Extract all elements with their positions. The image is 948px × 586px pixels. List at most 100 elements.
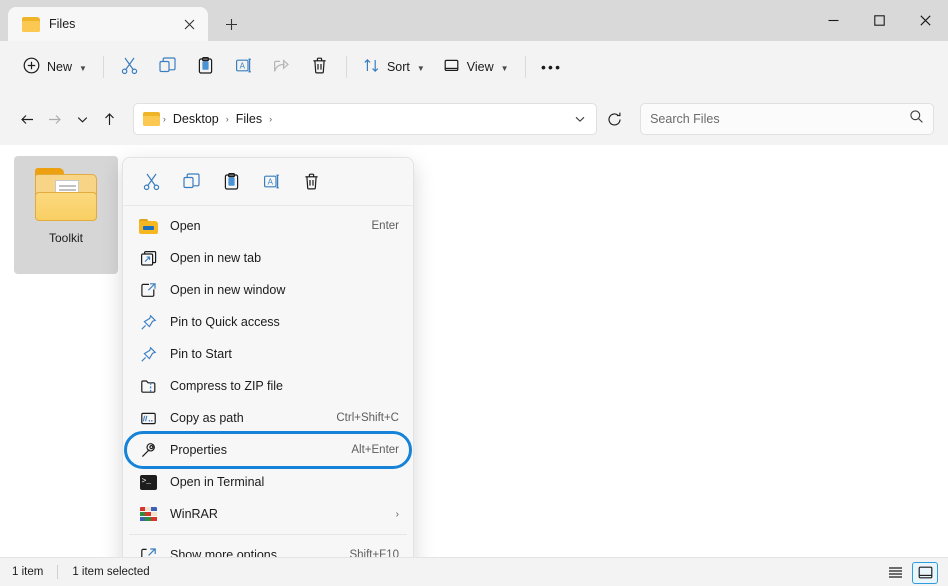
menu-item-open-in-new-tab[interactable]: Open in new tab (127, 242, 409, 274)
menu-item-properties[interactable]: Properties Alt+Enter (124, 431, 412, 469)
chevron-down-icon: ▼ (79, 63, 87, 73)
search-input[interactable] (650, 112, 910, 126)
clipboard-icon (196, 56, 215, 78)
view-icon (443, 57, 460, 77)
divider (102, 56, 104, 78)
maximize-button[interactable] (856, 0, 902, 41)
menu-item-label: Copy as path (170, 411, 244, 425)
item-count: 1 item (12, 566, 44, 578)
menu-item-label: WinRAR (170, 507, 218, 521)
up-button[interactable] (96, 104, 123, 134)
window-controls (810, 0, 948, 41)
copy-path-icon (138, 408, 158, 428)
view-button[interactable]: View ▼ (434, 51, 518, 83)
selection-status: 1 item selected (72, 566, 150, 578)
tiles-view-icon[interactable] (912, 561, 938, 584)
zip-icon (138, 376, 158, 396)
breadcrumb-separator: › (269, 114, 273, 124)
svg-text:A: A (267, 177, 273, 186)
menu-item-accel: Ctrl+Shift+C (336, 412, 399, 424)
copy-icon (158, 56, 177, 78)
paste-button[interactable] (187, 51, 225, 83)
back-button[interactable] (14, 104, 41, 134)
pin-icon (138, 312, 158, 332)
pin-icon (138, 344, 158, 364)
scissors-icon (120, 56, 139, 78)
menu-item-label: Open in Terminal (170, 475, 265, 489)
menu-item-label: Compress to ZIP file (170, 379, 284, 393)
context-cut-button[interactable] (131, 165, 171, 199)
delete-button[interactable] (301, 51, 339, 83)
minimize-button[interactable] (810, 0, 856, 41)
new-button-label: New (47, 60, 73, 74)
cut-button[interactable] (111, 51, 149, 83)
terminal-icon: >_ (138, 472, 158, 492)
breadcrumb[interactable]: › Desktop › Files › (132, 103, 597, 135)
folder-icon (22, 16, 40, 32)
context-rename-button[interactable]: A (251, 165, 291, 199)
divider (57, 565, 59, 579)
menu-item-winrar[interactable]: WinRAR › (127, 498, 409, 530)
see-more-button[interactable]: ••• (533, 51, 571, 83)
menu-item-label: Pin to Start (170, 347, 232, 361)
menu-item-accel: Alt+Enter (351, 444, 399, 456)
new-tab-button[interactable] (216, 9, 246, 39)
list-item[interactable]: Toolkit (14, 156, 118, 274)
context-paste-button[interactable] (211, 165, 251, 199)
breadcrumb-item-desktop[interactable]: Desktop (167, 109, 225, 129)
forward-button[interactable] (41, 104, 68, 134)
menu-item-pin-to-start[interactable]: Pin to Start (127, 338, 409, 370)
command-bar: New ▼ A Sort ▼ View ▼ ••• (0, 41, 948, 93)
rename-icon: A (234, 56, 253, 78)
new-button[interactable]: New ▼ (14, 51, 96, 83)
close-button[interactable] (902, 0, 948, 41)
folder-open-icon (138, 216, 158, 236)
menu-item-compress-to-zip[interactable]: Compress to ZIP file (127, 370, 409, 402)
trash-icon (310, 56, 329, 78)
new-tab-icon (138, 248, 158, 268)
breadcrumb-item-files[interactable]: Files (230, 109, 268, 129)
menu-item-label: Open in new tab (170, 251, 262, 265)
tab-files[interactable]: Files (8, 7, 208, 41)
menu-item-pin-to-quick-access[interactable]: Pin to Quick access (127, 306, 409, 338)
share-icon (272, 56, 291, 78)
refresh-button[interactable] (601, 104, 628, 134)
new-window-icon (138, 280, 158, 300)
copy-button[interactable] (149, 51, 187, 83)
ellipsis-icon: ••• (540, 59, 563, 75)
view-mode-buttons (882, 558, 938, 586)
context-menu-items: Open Enter Open in new tab Open in new w… (123, 206, 413, 571)
menu-item-open[interactable]: Open Enter (127, 210, 409, 242)
title-bar: Files (0, 0, 948, 41)
close-icon[interactable] (176, 11, 202, 37)
folder-with-document-icon (33, 168, 99, 222)
search-box[interactable] (640, 103, 935, 135)
chevron-down-icon[interactable] (568, 113, 592, 125)
menu-item-label: Open (170, 219, 201, 233)
tab-label: Files (49, 17, 76, 31)
list-item-label: Toolkit (48, 231, 83, 245)
menu-item-label: Open in new window (170, 283, 286, 297)
status-bar: 1 item 1 item selected (0, 557, 948, 586)
menu-item-open-in-terminal[interactable]: >_ Open in Terminal (127, 466, 409, 498)
menu-item-open-in-new-window[interactable]: Open in new window (127, 274, 409, 306)
wrench-icon (138, 440, 158, 460)
list-view-icon[interactable] (882, 562, 908, 584)
share-button[interactable] (263, 51, 301, 83)
search-icon (909, 109, 924, 129)
folder-icon (142, 112, 160, 126)
plus-circle-icon (23, 57, 40, 77)
rename-button[interactable]: A (225, 51, 263, 83)
context-delete-button[interactable] (291, 165, 331, 199)
sort-button[interactable]: Sort ▼ (354, 51, 434, 83)
menu-item-copy-as-path[interactable]: Copy as path Ctrl+Shift+C (127, 402, 409, 434)
chevron-down-icon: ▼ (500, 63, 509, 73)
divider (524, 56, 526, 78)
sort-button-label: Sort (386, 60, 410, 74)
divider (129, 534, 407, 535)
recent-locations-button[interactable] (68, 104, 95, 134)
address-bar: › Desktop › Files › (0, 93, 948, 145)
view-button-label: View (466, 60, 494, 74)
chevron-right-icon: › (395, 508, 399, 520)
context-copy-button[interactable] (171, 165, 211, 199)
